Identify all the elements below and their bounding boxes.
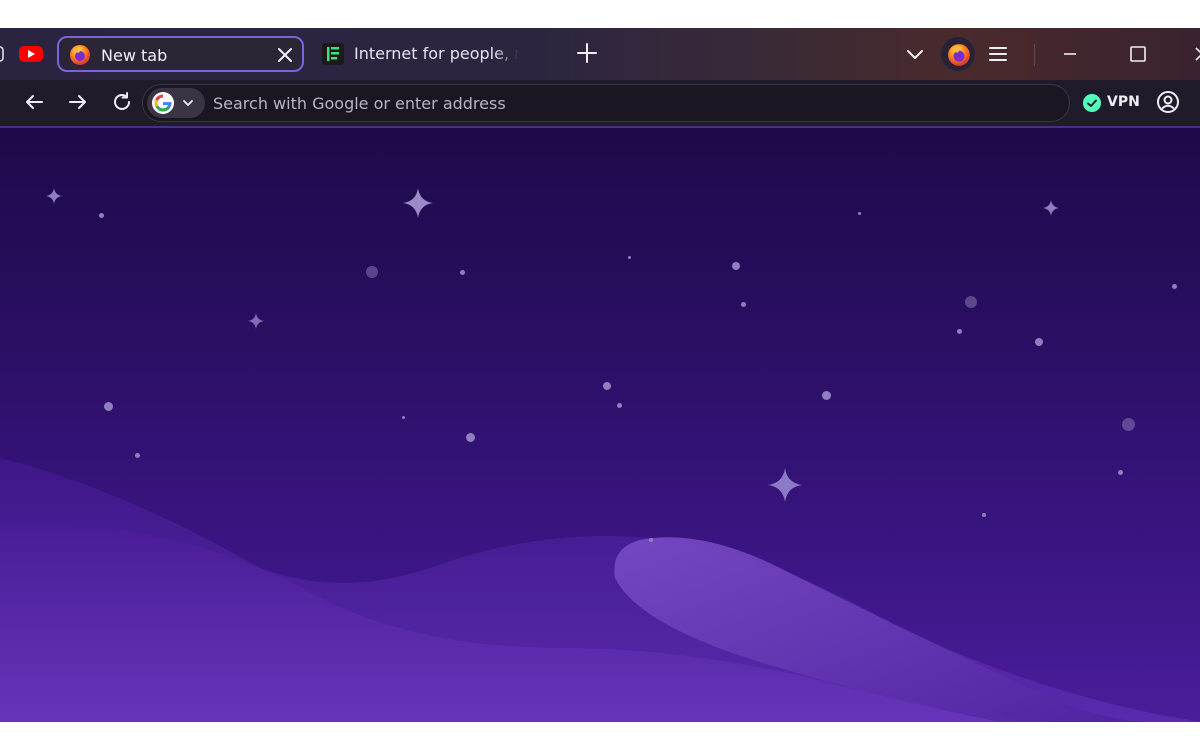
firefox-icon — [70, 45, 90, 65]
hamburger-menu-icon[interactable] — [986, 42, 1010, 66]
star — [1122, 418, 1135, 431]
star — [965, 296, 977, 308]
vpn-label: VPN — [1107, 94, 1140, 110]
maximize-icon[interactable] — [1126, 42, 1150, 66]
sidebar-icon[interactable] — [0, 94, 4, 110]
star — [460, 270, 465, 275]
firefox-icon — [948, 44, 970, 66]
dunes-background — [0, 458, 1200, 722]
tab-title: Internet for people, not profit — [354, 44, 519, 63]
window-close-icon[interactable] — [1190, 42, 1200, 66]
browser-window: New tab Internet for people, not profit — [0, 28, 1200, 722]
account-icon[interactable] — [1156, 90, 1180, 114]
star — [466, 433, 475, 442]
star — [603, 382, 611, 390]
star — [822, 391, 831, 400]
tab-title: New tab — [101, 46, 168, 65]
sparkle-icon — [1043, 200, 1059, 216]
new-tab-plus-icon[interactable] — [574, 40, 600, 66]
green-logo-icon — [322, 43, 344, 65]
forward-arrow-icon[interactable] — [66, 90, 90, 114]
chevron-down-icon — [183, 100, 193, 106]
new-tab-page-background — [0, 128, 1200, 722]
firefox-view-button[interactable] — [940, 36, 976, 72]
star — [402, 416, 405, 419]
star — [99, 213, 104, 218]
google-icon — [152, 92, 174, 114]
sparkle-icon — [403, 188, 433, 218]
reload-icon[interactable] — [110, 90, 134, 114]
check-icon — [1083, 94, 1101, 112]
vpn-status-button[interactable]: VPN — [1083, 92, 1143, 114]
star — [982, 513, 986, 517]
star — [649, 538, 653, 542]
star — [858, 212, 861, 215]
star — [1118, 470, 1123, 475]
star — [732, 262, 740, 270]
star — [957, 329, 962, 334]
address-input[interactable] — [213, 87, 1053, 119]
star — [366, 266, 378, 278]
star — [741, 302, 746, 307]
sparkle-icon — [46, 188, 62, 204]
search-engine-button[interactable] — [147, 88, 205, 118]
left-edge-icon[interactable] — [0, 46, 4, 62]
back-arrow-icon[interactable] — [22, 90, 46, 114]
divider — [1034, 44, 1035, 66]
tab-strip: New tab Internet for people, not profit — [0, 28, 1200, 80]
star — [135, 453, 140, 458]
star — [617, 403, 622, 408]
sparkle-icon — [248, 313, 264, 329]
star — [628, 256, 631, 259]
star — [1172, 284, 1177, 289]
sparkle-icon — [768, 468, 802, 502]
tab-mozilla[interactable]: Internet for people, not profit — [320, 38, 530, 70]
chevron-down-icon[interactable] — [903, 42, 927, 66]
close-tab-icon[interactable] — [273, 43, 297, 67]
star — [1035, 338, 1043, 346]
address-bar — [142, 84, 1070, 122]
youtube-icon — [19, 46, 43, 62]
minimize-icon[interactable] — [1058, 42, 1082, 66]
tab-new-tab[interactable]: New tab — [57, 36, 304, 72]
star — [104, 402, 113, 411]
tab-youtube[interactable] — [18, 44, 44, 64]
